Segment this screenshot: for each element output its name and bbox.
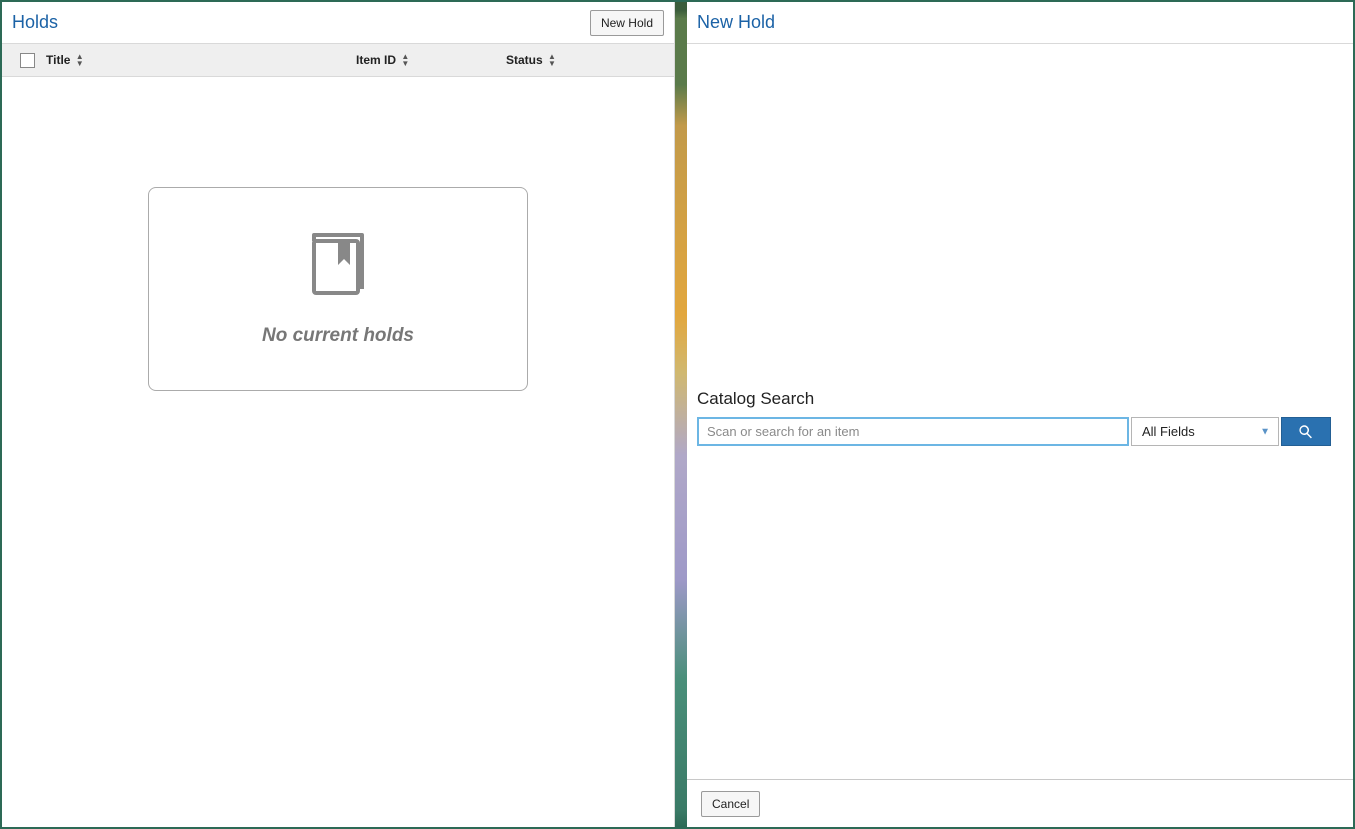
catalog-search-field-select[interactable]: All Fields ▼ bbox=[1131, 417, 1279, 446]
select-all-checkbox[interactable] bbox=[20, 53, 35, 68]
cancel-button[interactable]: Cancel bbox=[701, 791, 760, 817]
app-frame: Holds New Hold Title ▲▼ Item ID ▲▼ Statu… bbox=[0, 0, 1355, 829]
holds-title: Holds bbox=[12, 12, 58, 33]
column-header-title-label: Title bbox=[46, 53, 70, 67]
new-hold-panel: New Hold Catalog Search All Fields ▼ bbox=[687, 2, 1353, 827]
column-header-item-id-label: Item ID bbox=[356, 53, 396, 67]
catalog-search-input[interactable] bbox=[697, 417, 1129, 446]
column-header-status-label: Status bbox=[506, 53, 543, 67]
chevron-down-icon: ▼ bbox=[1260, 426, 1270, 437]
sort-icon: ▲▼ bbox=[401, 53, 409, 67]
holds-empty-area: No current holds bbox=[2, 77, 674, 827]
new-hold-button[interactable]: New Hold bbox=[590, 10, 664, 36]
column-header-title[interactable]: Title ▲▼ bbox=[46, 53, 356, 68]
new-hold-title: New Hold bbox=[697, 12, 775, 33]
holds-empty-box: No current holds bbox=[148, 187, 528, 391]
column-header-status[interactable]: Status ▲▼ bbox=[506, 53, 606, 68]
column-header-item-id[interactable]: Item ID ▲▼ bbox=[356, 53, 506, 68]
new-hold-body: Catalog Search All Fields ▼ bbox=[687, 44, 1353, 779]
catalog-search-block: Catalog Search All Fields ▼ bbox=[697, 389, 1331, 446]
new-hold-footer: Cancel bbox=[687, 779, 1353, 827]
catalog-search-field-value: All Fields bbox=[1142, 424, 1195, 439]
holds-panel-header: Holds New Hold bbox=[2, 2, 674, 44]
holds-panel: Holds New Hold Title ▲▼ Item ID ▲▼ Statu… bbox=[2, 2, 675, 827]
catalog-search-button[interactable] bbox=[1281, 417, 1331, 446]
sort-icon: ▲▼ bbox=[76, 53, 84, 67]
sort-icon: ▲▼ bbox=[548, 53, 556, 67]
search-icon bbox=[1297, 423, 1315, 441]
catalog-search-row: All Fields ▼ bbox=[697, 417, 1331, 446]
new-hold-panel-header: New Hold bbox=[687, 2, 1353, 44]
holds-table-header: Title ▲▼ Item ID ▲▼ Status ▲▼ bbox=[2, 44, 674, 77]
holds-empty-text: No current holds bbox=[262, 325, 414, 347]
book-icon bbox=[310, 231, 366, 297]
catalog-search-label: Catalog Search bbox=[697, 389, 1331, 409]
